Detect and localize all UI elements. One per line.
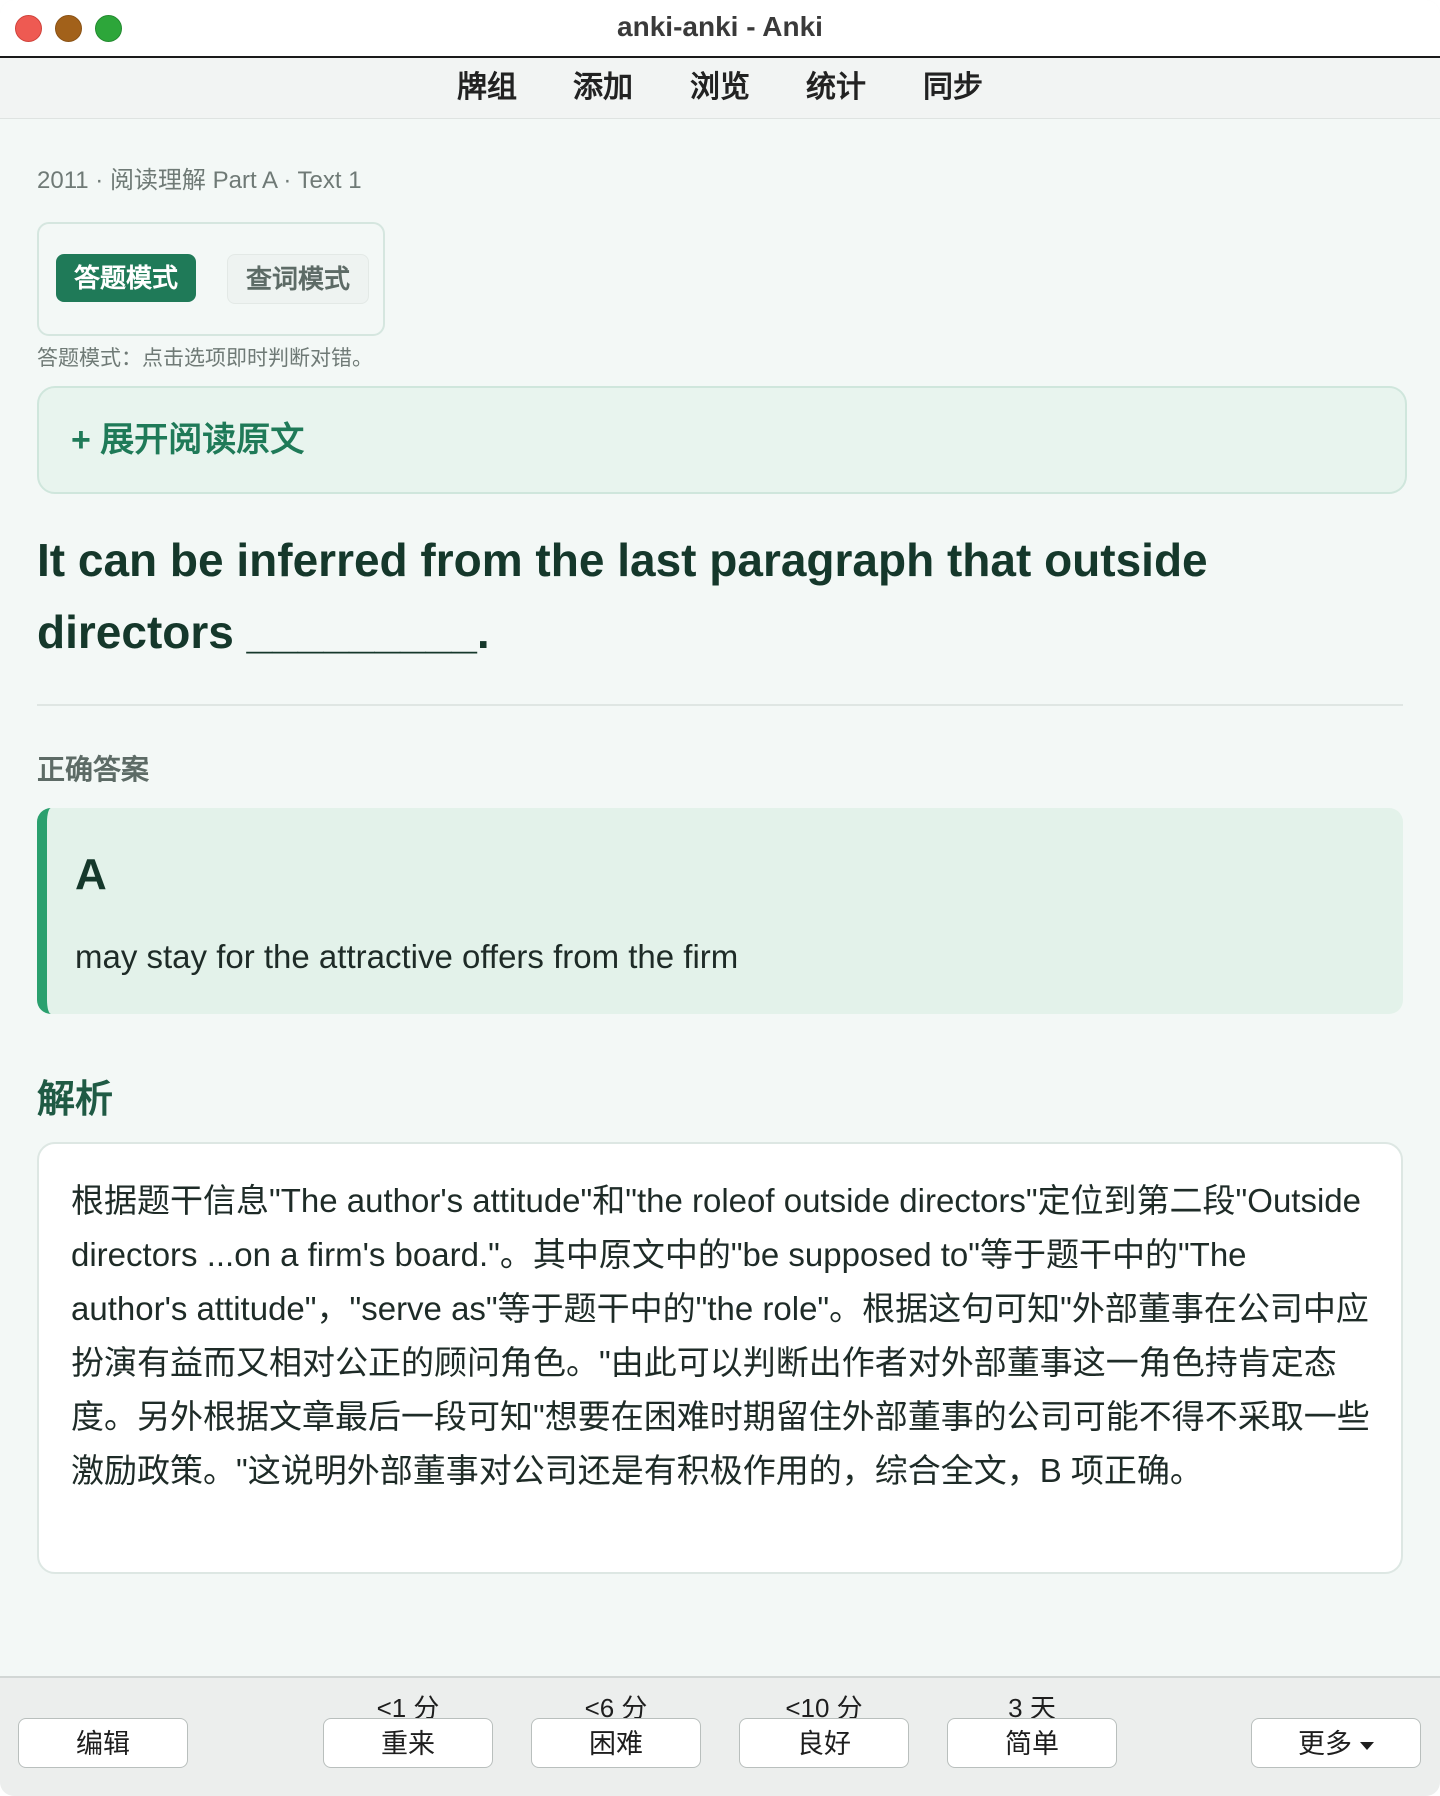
- chevron-down-icon: [1360, 1741, 1374, 1750]
- expand-passage-label: + 展开阅读原文: [71, 421, 305, 459]
- analysis-panel: 根据题干信息"The author's attitude"和"the roleo…: [37, 1142, 1403, 1574]
- title-bar: anki-anki - Anki: [0, 0, 1440, 58]
- toolbar-stats[interactable]: 统计: [806, 58, 866, 118]
- divider: [37, 704, 1403, 706]
- expand-passage-panel[interactable]: + 展开阅读原文: [37, 386, 1407, 494]
- more-button-label: 更多: [1298, 1729, 1352, 1759]
- analysis-text: 根据题干信息"The author's attitude"和"the roleo…: [71, 1182, 1370, 1489]
- question-text: It can be inferred from the last paragra…: [37, 534, 1208, 658]
- answer-card: A may stay for the attractive offers fro…: [37, 808, 1403, 1014]
- toolbar-sync[interactable]: 同步: [923, 58, 983, 118]
- mode-hint: 答题模式：点击选项即时判断对错。: [37, 347, 373, 370]
- good-button[interactable]: 良好: [739, 1718, 909, 1768]
- main-toolbar: 牌组 添加 浏览 统计 同步: [0, 58, 1440, 119]
- review-bar: 编辑 <1 分 重来 <6 分 困难 <10 分 良好 3 天 简单 更多: [0, 1676, 1440, 1796]
- answer-mode-button[interactable]: 答题模式: [56, 254, 196, 302]
- mode-switcher: 答题模式 查词模式: [37, 222, 385, 336]
- more-button[interactable]: 更多: [1251, 1718, 1421, 1768]
- hard-button[interactable]: 困难: [531, 1718, 701, 1768]
- card-breadcrumb: 2011 · 阅读理解 Part A · Text 1: [37, 167, 362, 194]
- again-button[interactable]: 重来: [323, 1718, 493, 1768]
- edit-button[interactable]: 编辑: [18, 1718, 188, 1768]
- analysis-title: 解析: [37, 1079, 114, 1121]
- toolbar-decks[interactable]: 牌组: [457, 58, 517, 118]
- answer-text: may stay for the attractive offers from …: [75, 938, 739, 975]
- toolbar-add[interactable]: 添加: [573, 58, 633, 118]
- easy-button[interactable]: 简单: [947, 1718, 1117, 1768]
- correct-answer-label: 正确答案: [37, 754, 150, 785]
- answer-letter: A: [75, 850, 107, 899]
- anki-window: anki-anki - Anki 牌组 添加 浏览 统计 同步 2011 · 阅…: [0, 0, 1440, 1796]
- window-title: anki-anki - Anki: [617, 11, 823, 42]
- toolbar-browse[interactable]: 浏览: [690, 58, 750, 118]
- lookup-mode-button[interactable]: 查词模式: [227, 254, 369, 304]
